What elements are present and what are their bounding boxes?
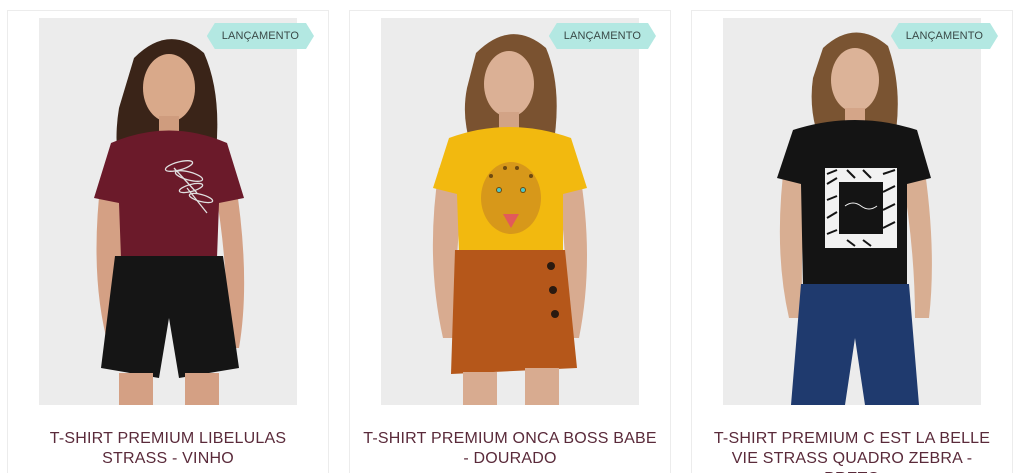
new-release-badge: LANÇAMENTO: [891, 23, 998, 49]
model-photo-zebra-frame-tee: [723, 18, 981, 405]
product-card[interactable]: LANÇAMENTO T-SHIRT PREMIUM LIBELULAS STR…: [7, 10, 329, 473]
product-image[interactable]: [39, 18, 297, 405]
product-card[interactable]: LANÇAMENTO T-SHIRT PREMIUM ONCA BOSS BAB…: [349, 10, 671, 473]
product-title[interactable]: T-SHIRT PREMIUM C EST LA BELLE VIE STRAS…: [702, 429, 1002, 473]
new-release-badge: LANÇAMENTO: [549, 23, 656, 49]
new-release-badge: LANÇAMENTO: [207, 23, 314, 49]
product-title[interactable]: T-SHIRT PREMIUM ONCA BOSS BABE - DOURADO: [360, 429, 660, 469]
product-title[interactable]: T-SHIRT PREMIUM LIBELULAS STRASS - VINHO: [18, 429, 318, 469]
product-image[interactable]: [381, 18, 639, 405]
product-image[interactable]: [723, 18, 981, 405]
product-card[interactable]: LANÇAMENTO T-SHIRT PREMIUM C EST LA BELL…: [691, 10, 1013, 473]
model-photo-leopard-tee: [381, 18, 639, 405]
model-photo-dragonfly-tee: [39, 18, 297, 405]
